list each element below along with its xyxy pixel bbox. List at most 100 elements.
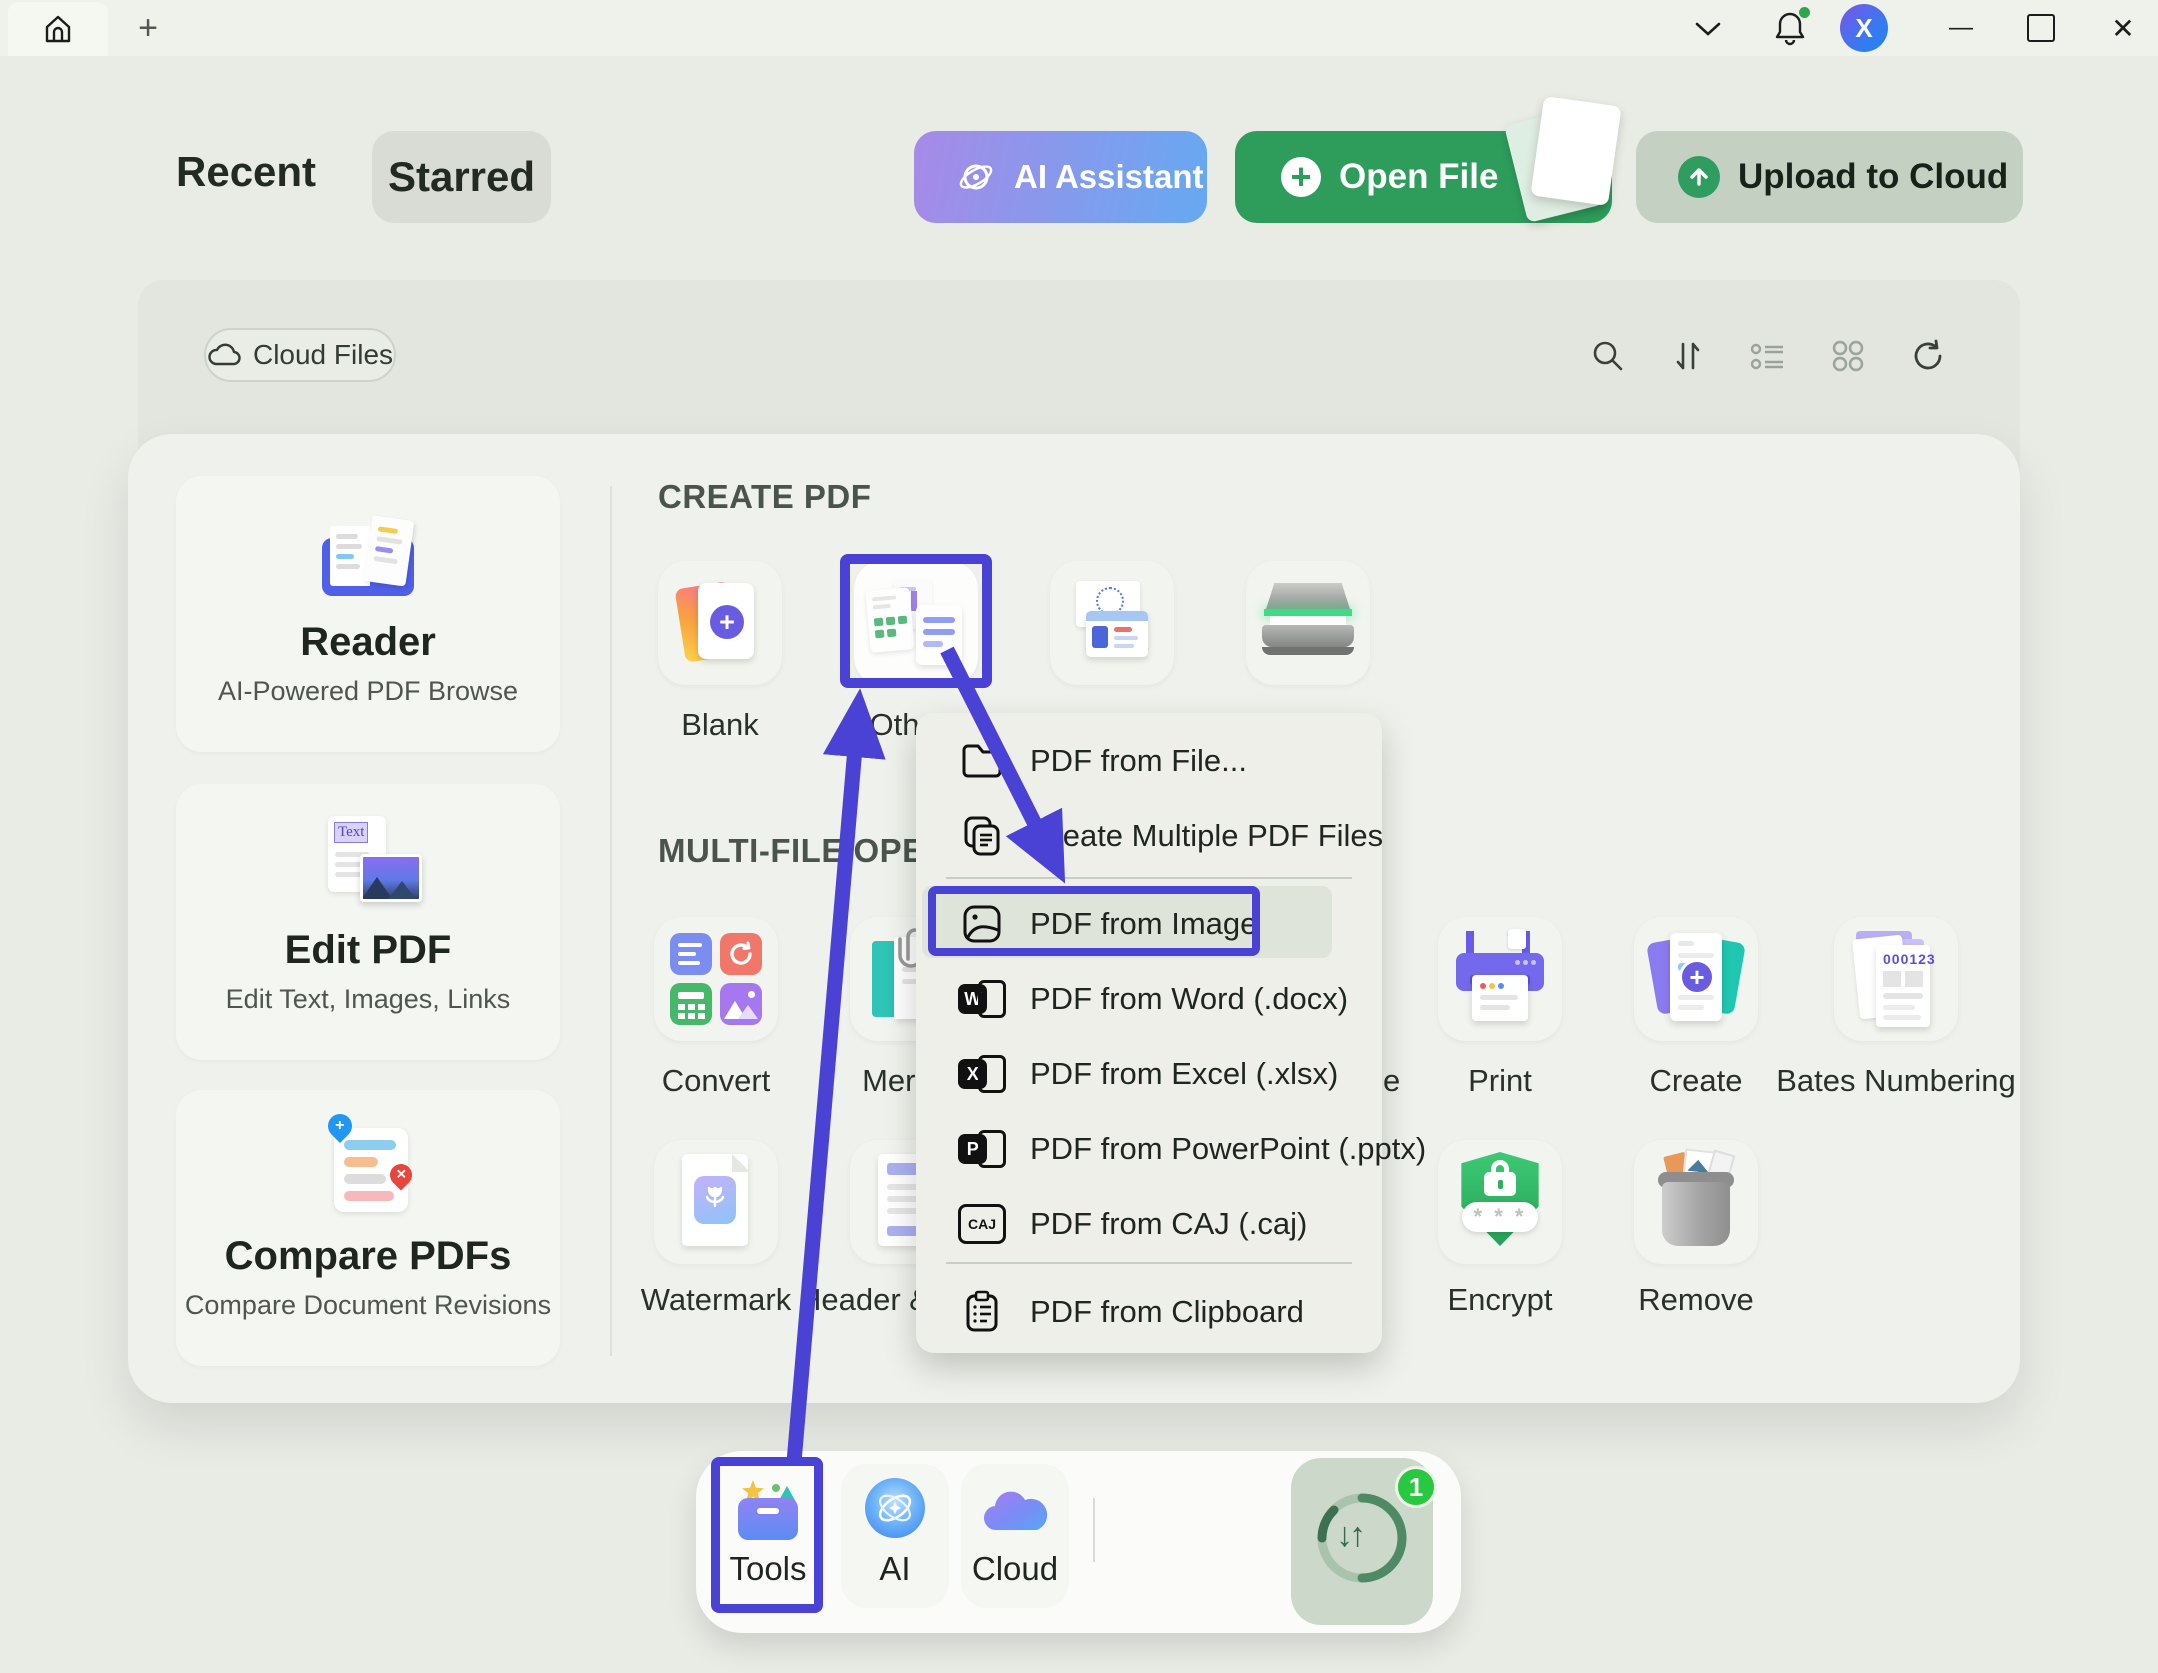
menu-item-pdf-from-caj[interactable]: CAJ PDF from CAJ (.caj) <box>932 1188 1366 1260</box>
sort-button[interactable] <box>1668 336 1708 376</box>
home-icon <box>41 12 75 46</box>
menu-divider <box>946 877 1352 879</box>
dock-item-cloud[interactable]: Cloud <box>961 1464 1069 1608</box>
excel-file-icon: X <box>958 1052 1006 1096</box>
tile-watermark[interactable] <box>654 1140 778 1264</box>
tile-watermark-label: Watermark <box>641 1282 791 1318</box>
dock-item-ai[interactable]: AI <box>841 1464 949 1608</box>
reader-subtitle: AI-Powered PDF Browse <box>176 676 560 707</box>
menu-divider <box>946 1262 1352 1264</box>
menu-item-pdf-from-file[interactable]: PDF from File... <box>932 725 1366 797</box>
create-docs-icon: + <box>1652 931 1740 1027</box>
reader-book-icon <box>318 516 418 602</box>
tile-bates-numbering[interactable]: 000123 <box>1834 917 1958 1041</box>
edit-pdf-subtitle: Edit Text, Images, Links <box>176 984 560 1015</box>
tab-starred[interactable]: Starred <box>372 131 551 223</box>
copy-documents-icon <box>958 814 1006 858</box>
compare-pdfs-subtitle: Compare Document Revisions <box>176 1290 560 1321</box>
menu-item-pdf-from-excel[interactable]: X PDF from Excel (.xlsx) <box>932 1038 1366 1110</box>
folder-icon <box>958 739 1006 783</box>
refresh-icon <box>1909 337 1947 375</box>
ai-assistant-button[interactable]: AI Assistant <box>914 131 1207 223</box>
notification-dot <box>1799 7 1810 18</box>
create-tile-certificate[interactable] <box>1050 561 1174 685</box>
print-icon <box>1456 931 1544 1027</box>
compare-pdfs-icon: + ✕ <box>328 1118 414 1218</box>
cloud-icon <box>207 342 241 368</box>
ai-icon <box>863 1478 927 1540</box>
convert-icon <box>670 933 762 1025</box>
dock-divider <box>1093 1498 1095 1562</box>
word-file-icon: W <box>958 977 1006 1021</box>
annotation-box-pdf-from-image <box>928 886 1260 956</box>
encrypt-shield-icon: * * * <box>1454 1152 1546 1252</box>
sync-progress-icon: ↓↑ <box>1314 1490 1410 1586</box>
cloud-files-button[interactable]: Cloud Files <box>204 328 396 382</box>
plus-circle-icon: + <box>1281 157 1321 197</box>
menu-item-pdf-from-word[interactable]: W PDF from Word (.docx) <box>932 963 1366 1035</box>
powerpoint-file-icon: P <box>958 1127 1006 1171</box>
blank-icon: + <box>680 581 760 665</box>
tile-encrypt[interactable]: * * * <box>1438 1140 1562 1264</box>
list-view-button[interactable] <box>1748 336 1788 376</box>
tile-bates-numbering-label: Bates Numbering <box>1776 1063 2016 1099</box>
bates-numbering-icon: 000123 <box>1854 931 1938 1027</box>
create-tile-blank-label: Blank <box>681 707 759 743</box>
clipboard-icon <box>958 1290 1006 1334</box>
open-file-pages-illustration <box>1515 95 1635 245</box>
certificate-icon <box>1068 581 1156 665</box>
maximize-button[interactable] <box>2018 7 2064 49</box>
tile-create[interactable]: + <box>1634 917 1758 1041</box>
edit-pdf-card[interactable]: Text Edit PDF Edit Text, Images, Links <box>176 784 560 1060</box>
panel-divider <box>610 486 612 1356</box>
compare-pdfs-title: Compare PDFs <box>176 1234 560 1279</box>
upload-arrow-icon <box>1678 156 1720 198</box>
menu-item-create-multiple[interactable]: Create Multiple PDF Files <box>932 800 1366 872</box>
reader-card[interactable]: Reader AI-Powered PDF Browse <box>176 476 560 752</box>
annotation-box-tools <box>711 1457 823 1613</box>
sort-icon <box>1670 338 1706 374</box>
edit-pdf-title: Edit PDF <box>176 928 560 973</box>
tile-print-label: Print <box>1468 1063 1532 1099</box>
compare-pdfs-card[interactable]: + ✕ Compare PDFs Compare Document Revisi… <box>176 1090 560 1366</box>
close-button[interactable]: ✕ <box>2100 7 2146 49</box>
search-icon <box>1590 338 1626 374</box>
maximize-icon <box>2027 14 2055 42</box>
menu-item-pdf-from-powerpoint[interactable]: P PDF from PowerPoint (.pptx) <box>932 1113 1366 1185</box>
tile-remove-label: Remove <box>1638 1282 1753 1318</box>
watermark-icon <box>682 1154 750 1250</box>
titlebar: + X — ✕ <box>0 0 2158 56</box>
minimize-button[interactable]: — <box>1938 7 1984 49</box>
tile-create-label: Create <box>1649 1063 1742 1099</box>
new-tab-button[interactable]: + <box>128 8 168 48</box>
tile-convert[interactable] <box>654 917 778 1041</box>
sync-badge: 1 <box>1395 1466 1437 1508</box>
tile-remove[interactable] <box>1634 1140 1758 1264</box>
chevron-down-icon <box>1693 20 1723 38</box>
ai-swirl-icon <box>956 157 996 197</box>
create-pdf-menu: PDF from File... Create Multiple PDF Fil… <box>916 713 1382 1353</box>
upload-to-cloud-button[interactable]: Upload to Cloud <box>1636 131 2023 223</box>
minimize-icon: — <box>1949 14 1973 42</box>
tile-print[interactable] <box>1438 917 1562 1041</box>
scanner-icon <box>1262 583 1354 663</box>
refresh-button[interactable] <box>1908 336 1948 376</box>
remove-trash-icon <box>1658 1152 1734 1252</box>
notifications-button[interactable] <box>1766 4 1814 52</box>
search-button[interactable] <box>1588 336 1628 376</box>
create-tile-blank[interactable]: + <box>658 561 782 685</box>
create-tile-scanner[interactable] <box>1246 561 1370 685</box>
edit-pdf-icon: Text <box>328 816 418 912</box>
avatar[interactable]: X <box>1840 4 1888 52</box>
grid-view-button[interactable] <box>1828 336 1868 376</box>
collapse-button[interactable] <box>1686 10 1730 48</box>
hidden-tile-label-fragment: e <box>1383 1063 1400 1099</box>
annotation-box-others-tile <box>840 554 992 688</box>
tab-recent[interactable]: Recent <box>176 148 316 196</box>
cloud-dock-icon <box>979 1478 1051 1540</box>
menu-item-pdf-from-clipboard[interactable]: PDF from Clipboard <box>932 1276 1366 1348</box>
grid-view-icon <box>1830 338 1866 374</box>
home-tab[interactable] <box>8 2 108 56</box>
reader-title: Reader <box>176 620 560 665</box>
open-file-button[interactable]: + Open File <box>1235 131 1612 223</box>
